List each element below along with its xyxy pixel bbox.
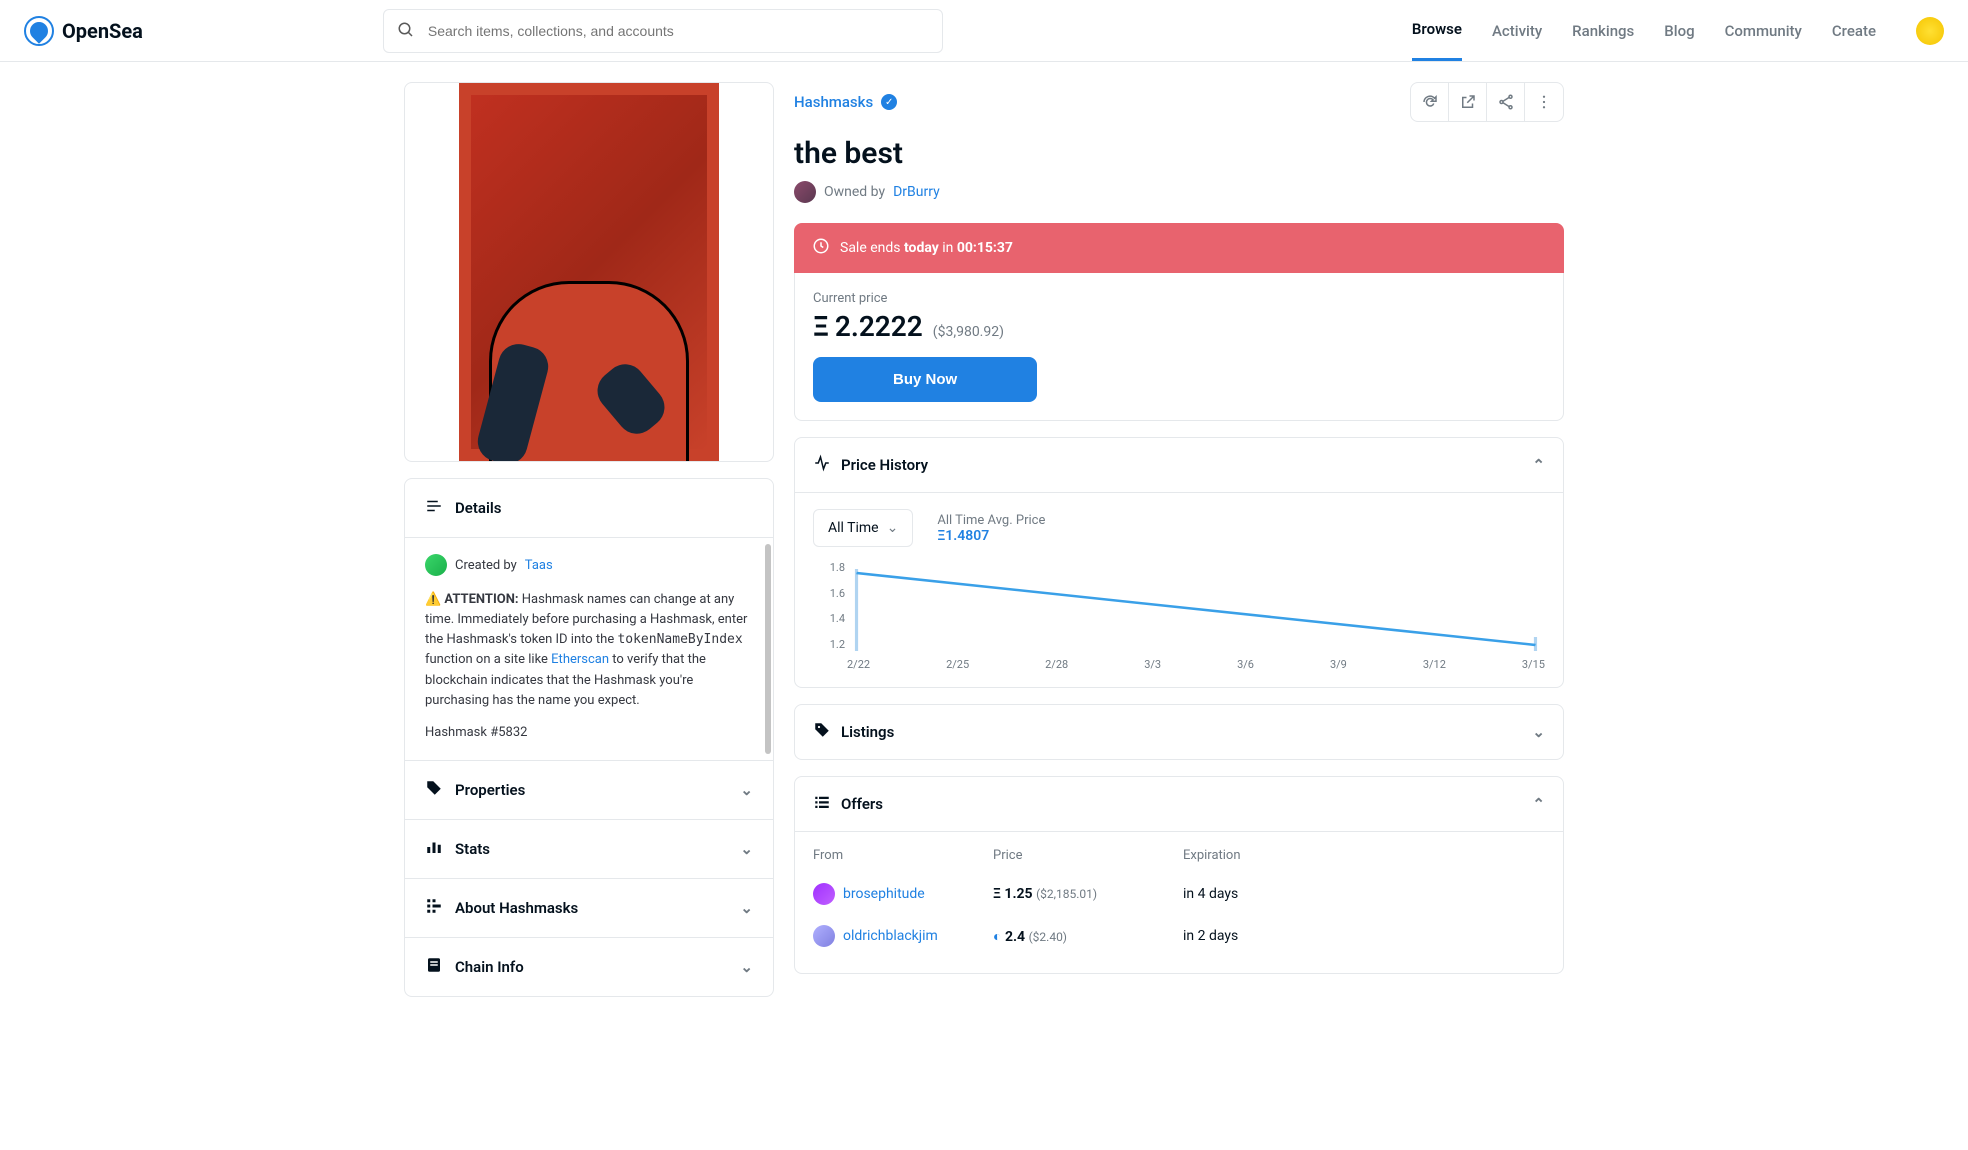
creator-link[interactable]: Taas	[525, 558, 553, 573]
details-header[interactable]: Details	[405, 479, 773, 537]
offer-amount: 2.4	[1005, 929, 1025, 945]
brand-name: OpenSea	[62, 19, 143, 43]
collection-link[interactable]: Hashmasks	[794, 93, 873, 111]
activity-icon	[813, 454, 831, 476]
offer-usd: ($2,185.01)	[1036, 887, 1097, 901]
offers-header[interactable]: Offers ⌃	[795, 777, 1563, 831]
offer-expiration: in 2 days	[1183, 928, 1545, 944]
offer-row: oldrichblackjim ◐ 2.4 ($2.40) in 2 days	[813, 915, 1545, 957]
buy-now-button[interactable]: Buy Now	[813, 357, 1037, 402]
grid-icon	[425, 897, 443, 919]
details-title: Details	[455, 499, 501, 517]
logo-icon	[24, 16, 54, 46]
list-icon	[425, 497, 443, 519]
nav-community[interactable]: Community	[1725, 22, 1802, 60]
offers-body: From Price Expiration brosephitude Ξ 1.25…	[795, 831, 1563, 973]
owned-by-label: Owned by	[824, 184, 885, 200]
app-header: OpenSea Browse Activity Rankings Blog Co…	[0, 0, 1968, 62]
search-icon	[397, 21, 415, 43]
action-bar	[1410, 82, 1564, 122]
offer-avatar	[813, 883, 835, 905]
logo[interactable]: OpenSea	[24, 16, 143, 46]
nav-create[interactable]: Create	[1832, 22, 1876, 60]
chain-info-header[interactable]: Chain Info ⌄	[405, 938, 773, 996]
properties-header[interactable]: Properties ⌄	[405, 761, 773, 819]
token-id-line: Hashmask #5832	[425, 725, 753, 740]
verified-badge-icon: ✓	[881, 94, 897, 110]
left-column: Details Created by Taas ⚠️ ATTENTION: Ha…	[404, 82, 774, 997]
chevron-up-icon: ⌃	[1532, 795, 1545, 813]
offers-card: Offers ⌃ From Price Expiration brosephit…	[794, 776, 1564, 974]
scrollbar[interactable]	[765, 544, 771, 754]
about-header[interactable]: About Hashmasks ⌄	[405, 879, 773, 937]
stats-header[interactable]: Stats ⌄	[405, 820, 773, 878]
price-chart: 1.81.61.41.2 2/222/252/283/33/63/93/123/…	[813, 561, 1545, 671]
listings-header[interactable]: Listings ⌄	[795, 705, 1563, 759]
chevron-down-icon: ⌄	[740, 781, 753, 799]
offer-from-link[interactable]: brosephitude	[843, 886, 925, 902]
nft-image	[459, 83, 719, 461]
search-wrap	[383, 9, 943, 53]
price-usd: ($3,980.92)	[933, 324, 1004, 340]
bar-chart-icon	[425, 838, 443, 860]
chevron-up-icon: ⌃	[1532, 456, 1545, 474]
main-container: Details Created by Taas ⚠️ ATTENTION: Ha…	[384, 62, 1584, 1017]
chevron-down-icon: ⌄	[740, 958, 753, 976]
owner-avatar	[794, 181, 816, 203]
offer-row: brosephitude Ξ 1.25 ($2,185.01) in 4 days	[813, 873, 1545, 915]
current-price-label: Current price	[813, 291, 1545, 306]
refresh-button[interactable]	[1411, 83, 1449, 121]
owner-row: Owned by DrBurry	[794, 181, 1564, 203]
listings-card: Listings ⌄	[794, 704, 1564, 760]
clock-icon	[812, 237, 830, 259]
offer-avatar	[813, 925, 835, 947]
etherscan-link[interactable]: Etherscan	[551, 652, 609, 667]
tag-icon	[813, 721, 831, 743]
chevron-down-icon: ⌄	[887, 520, 899, 536]
nav-activity[interactable]: Activity	[1492, 22, 1542, 60]
eth-icon: Ξ	[813, 310, 829, 343]
nav-rankings[interactable]: Rankings	[1572, 22, 1634, 60]
chevron-down-icon: ⌄	[740, 840, 753, 858]
tag-icon	[425, 779, 443, 801]
chevron-down-icon: ⌄	[1532, 723, 1545, 741]
search-input[interactable]	[383, 9, 943, 53]
document-icon	[425, 956, 443, 978]
nav-browse[interactable]: Browse	[1412, 20, 1462, 61]
price-history-header[interactable]: Price History ⌃	[795, 438, 1563, 492]
creator-avatar	[425, 554, 447, 576]
share-button[interactable]	[1487, 83, 1525, 121]
nft-image-card[interactable]	[404, 82, 774, 462]
details-panel: Details Created by Taas ⚠️ ATTENTION: Ha…	[404, 478, 774, 997]
created-by-label: Created by	[455, 558, 517, 573]
details-description: ⚠️ ATTENTION: Hashmask names can change …	[425, 590, 753, 711]
offer-usd: ($2.40)	[1029, 930, 1067, 944]
avg-price-label: All Time Avg. Price	[937, 513, 1045, 528]
details-body: Created by Taas ⚠️ ATTENTION: Hashmask n…	[405, 537, 773, 760]
price-eth: Ξ 2.2222	[813, 310, 923, 343]
right-column: Hashmasks ✓ the best Owned by	[794, 82, 1564, 997]
list-icon	[813, 793, 831, 815]
offers-table-head: From Price Expiration	[813, 848, 1545, 873]
avg-price-value: Ξ1.4807	[937, 528, 1045, 544]
external-link-button[interactable]	[1449, 83, 1487, 121]
collection-row: Hashmasks ✓	[794, 82, 1564, 122]
main-nav: Browse Activity Rankings Blog Community …	[1412, 17, 1944, 45]
sale-countdown-banner: Sale ends today in 00:15:37	[794, 223, 1564, 273]
time-range-select[interactable]: All Time ⌄	[813, 509, 913, 547]
chevron-down-icon: ⌄	[740, 899, 753, 917]
user-avatar[interactable]	[1916, 17, 1944, 45]
weth-icon: ◐	[993, 929, 1001, 945]
offer-amount: 1.25	[1004, 886, 1032, 902]
nav-blog[interactable]: Blog	[1664, 22, 1694, 60]
price-history-body: All Time ⌄ All Time Avg. Price Ξ1.4807 1…	[795, 492, 1563, 687]
more-button[interactable]	[1525, 83, 1563, 121]
owner-link[interactable]: DrBurry	[893, 184, 940, 200]
offer-expiration: in 4 days	[1183, 886, 1545, 902]
offer-from-link[interactable]: oldrichblackjim	[843, 928, 938, 944]
price-history-card: Price History ⌃ All Time ⌄ All Time Avg.…	[794, 437, 1564, 688]
price-box: Current price Ξ 2.2222 ($3,980.92) Buy N…	[794, 273, 1564, 421]
item-title: the best	[794, 136, 1564, 171]
eth-icon: Ξ	[993, 886, 1001, 902]
